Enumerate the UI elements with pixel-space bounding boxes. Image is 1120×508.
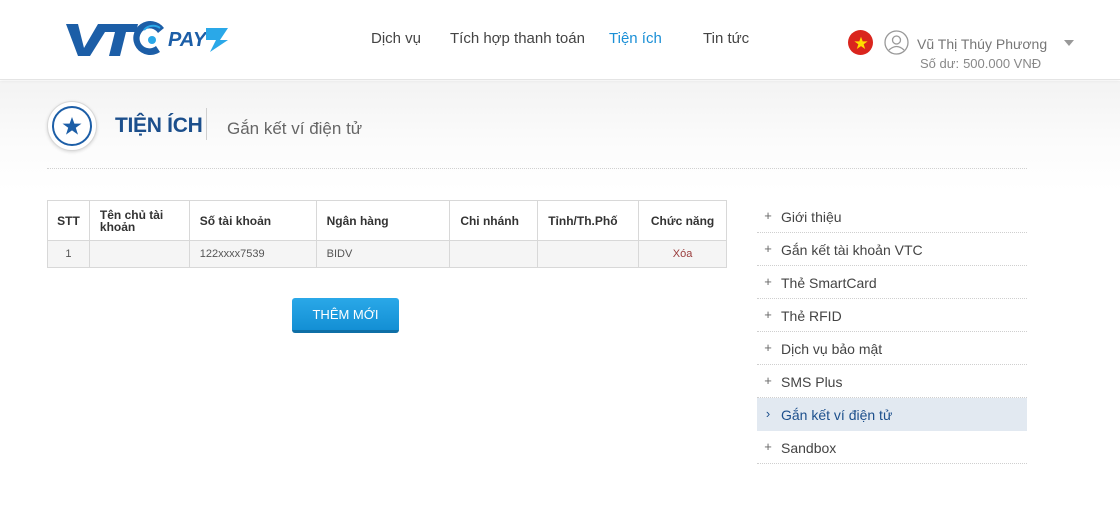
side-item-label: Thẻ RFID xyxy=(781,308,842,324)
nav-tich-hop-thanh-toan[interactable]: Tích hợp thanh toán xyxy=(450,30,585,47)
page-title-badge xyxy=(47,101,97,151)
balance-value: 500.000 VNĐ xyxy=(963,56,1042,71)
svg-text:PAY: PAY xyxy=(168,29,208,51)
col-account: Số tài khoản xyxy=(188,200,317,241)
plus-icon: + xyxy=(764,274,772,289)
cell-stt: 1 xyxy=(47,240,90,268)
account-balance: Số dư: 500.000 VNĐ xyxy=(920,56,1041,71)
side-item-sms-plus[interactable]: + SMS Plus xyxy=(757,365,1027,398)
plus-icon: + xyxy=(764,208,772,223)
balance-label: Số dư: xyxy=(920,56,960,71)
caret-down-icon[interactable] xyxy=(1064,40,1074,46)
plus-icon: + xyxy=(764,241,772,256)
nav-tien-ich[interactable]: Tiện ích xyxy=(609,30,662,47)
side-menu: + Giới thiệu + Gắn kết tài khoản VTC + T… xyxy=(757,200,1027,464)
vietnam-flag-icon[interactable] xyxy=(848,30,873,55)
col-action: Chức năng xyxy=(638,200,727,241)
plus-icon: + xyxy=(764,340,772,355)
side-item-gioi-thieu[interactable]: + Giới thiệu xyxy=(757,200,1027,233)
star-icon xyxy=(62,117,82,135)
cell-branch xyxy=(449,240,539,268)
title-divider xyxy=(206,108,207,140)
side-item-label: Gắn kết ví điện tử xyxy=(781,407,893,423)
add-new-button[interactable]: THÊM MỚI xyxy=(292,298,399,333)
side-item-gan-ket-tai-khoan-vtc[interactable]: + Gắn kết tài khoản VTC xyxy=(757,233,1027,266)
cell-bank: BIDV xyxy=(315,240,451,268)
page-title: TIỆN ÍCH xyxy=(115,114,203,137)
side-item-gan-ket-vi-dien-tu[interactable]: › Gắn kết ví điện tử xyxy=(757,398,1027,431)
top-header: PAY Dịch vụ Tích hợp thanh toán Tiện ích… xyxy=(0,0,1120,80)
side-item-the-smartcard[interactable]: + Thẻ SmartCard xyxy=(757,266,1027,299)
side-item-sandbox[interactable]: + Sandbox xyxy=(757,431,1027,464)
side-item-label: SMS Plus xyxy=(781,374,843,390)
col-owner: Tên chủ tài khoản xyxy=(88,200,190,241)
user-name[interactable]: Vũ Thị Thúy Phương xyxy=(917,36,1047,52)
table-row: 1 122xxxx7539 BIDV Xóa xyxy=(47,240,727,268)
nav-tin-tuc[interactable]: Tin tức xyxy=(703,30,749,47)
section-divider xyxy=(47,168,1027,169)
cell-owner xyxy=(88,240,190,268)
delete-link[interactable]: Xóa xyxy=(638,240,727,268)
nav-dich-vu[interactable]: Dịch vụ xyxy=(371,30,421,47)
side-item-label: Giới thiệu xyxy=(781,209,842,225)
table-header-row: STT Tên chủ tài khoản Số tài khoản Ngân … xyxy=(47,200,727,241)
plus-icon: + xyxy=(764,307,772,322)
side-item-label: Sandbox xyxy=(781,440,837,456)
cell-city xyxy=(537,240,640,268)
col-branch: Chi nhánh xyxy=(449,200,539,241)
side-item-the-rfid[interactable]: + Thẻ RFID xyxy=(757,299,1027,332)
user-icon[interactable] xyxy=(884,30,909,55)
linked-wallet-table: STT Tên chủ tài khoản Số tài khoản Ngân … xyxy=(47,200,727,268)
col-city: Tỉnh/Th.Phố xyxy=(537,200,640,241)
vtc-pay-logo[interactable]: PAY xyxy=(60,16,232,60)
page-subtitle: Gắn kết ví điện tử xyxy=(227,119,363,138)
col-bank: Ngân hàng xyxy=(315,200,451,241)
side-item-label: Gắn kết tài khoản VTC xyxy=(781,242,923,258)
plus-icon: + xyxy=(764,373,772,388)
chevron-right-icon: › xyxy=(765,406,771,421)
side-item-label: Thẻ SmartCard xyxy=(781,275,877,291)
cell-account: 122xxxx7539 xyxy=(188,240,317,268)
side-item-dich-vu-bao-mat[interactable]: + Dịch vụ bảo mật xyxy=(757,332,1027,365)
col-stt: STT xyxy=(47,200,90,241)
side-item-label: Dịch vụ bảo mật xyxy=(781,341,883,357)
plus-icon: + xyxy=(764,439,772,454)
